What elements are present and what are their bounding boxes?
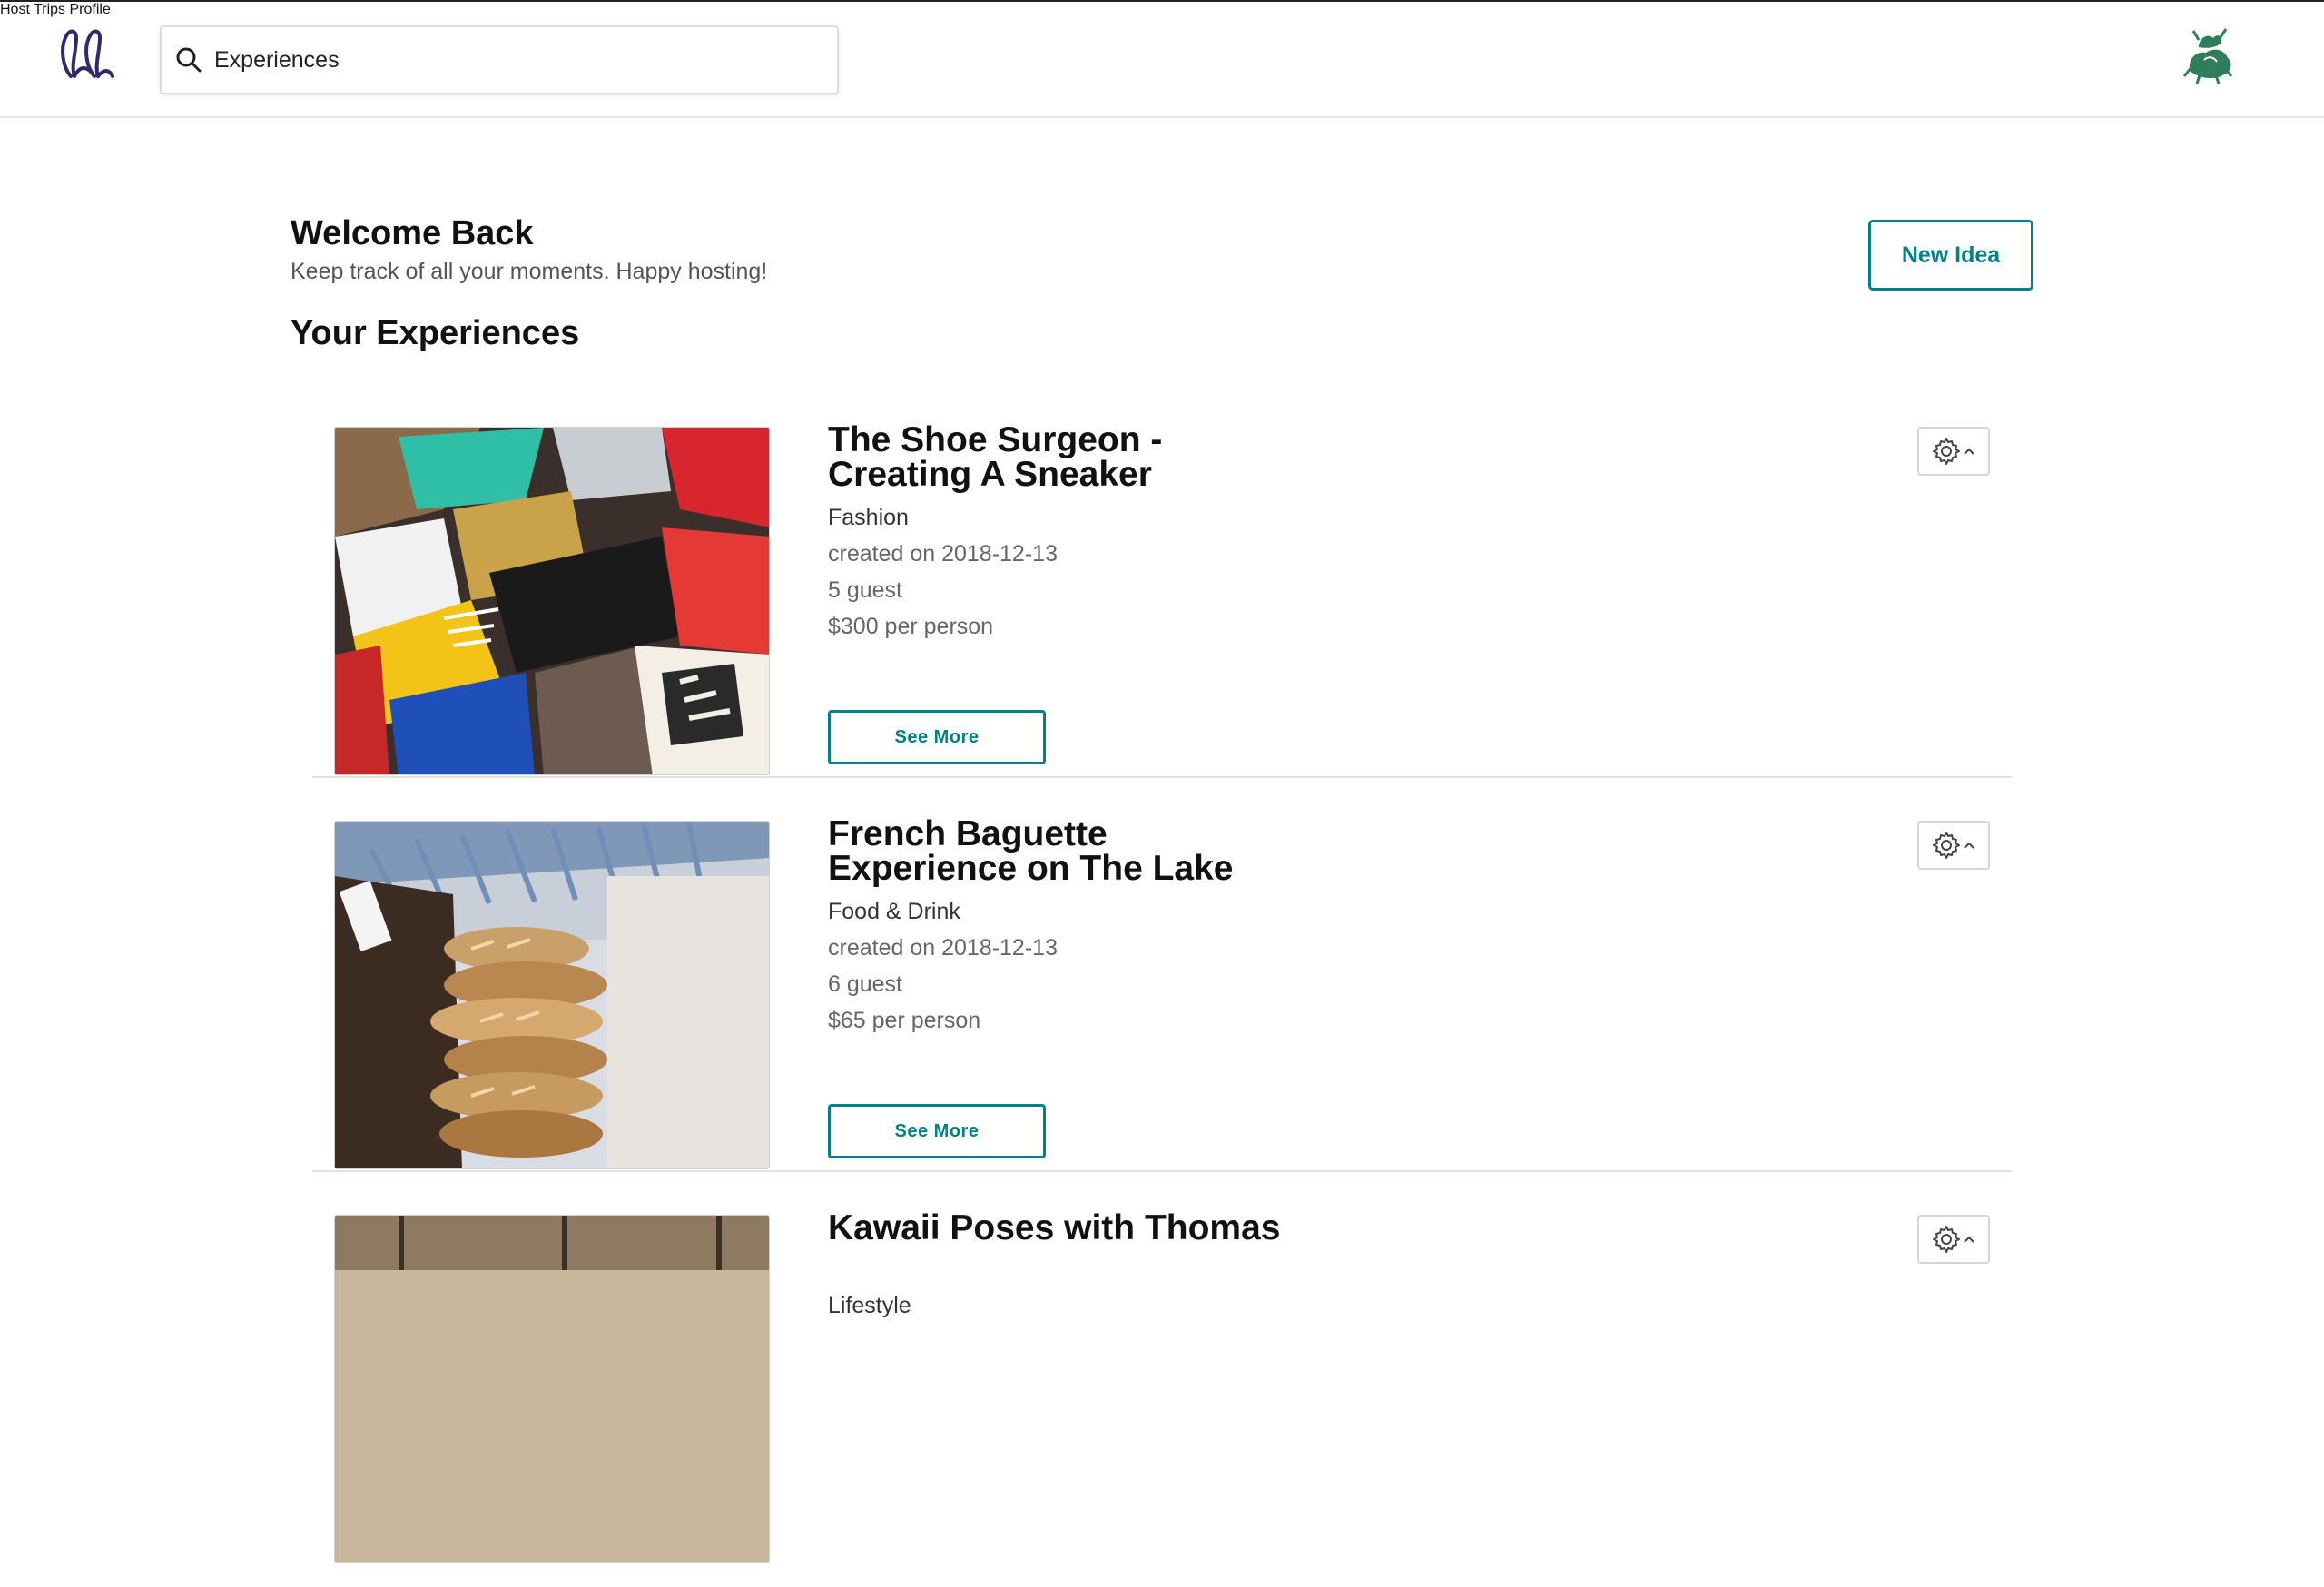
experience-guests: 5 guest (828, 577, 903, 603)
experience-category: Food & Drink (828, 899, 960, 924)
gear-icon (1933, 832, 1960, 859)
experience-card: French Baguette Experience on The Lake F… (312, 799, 2012, 1193)
chevron-up-icon (1964, 1236, 1974, 1243)
experience-category: Fashion (828, 505, 909, 530)
experience-created-date: created on 2018-12-13 (828, 541, 1058, 567)
experience-guests: 6 guest (828, 971, 903, 997)
settings-dropdown-button[interactable] (1917, 1215, 1990, 1264)
experience-image-baguettes[interactable] (334, 821, 770, 1169)
search-bar[interactable] (160, 25, 839, 94)
welcome-title: Welcome Back (290, 214, 534, 252)
see-more-button[interactable]: See More (828, 710, 1046, 764)
experience-price: $300 per person (828, 614, 994, 639)
search-icon (176, 47, 202, 73)
experience-category: Lifestyle (828, 1293, 911, 1318)
gear-icon (1933, 438, 1960, 465)
experience-title[interactable]: Kawaii Poses with Thomas (828, 1210, 1300, 1246)
chevron-up-icon (1964, 448, 1974, 455)
settings-dropdown-button[interactable] (1917, 821, 1990, 870)
welcome-subtitle: Keep track of all your moments. Happy ho… (290, 259, 768, 284)
gear-icon (1933, 1226, 1960, 1253)
experience-title[interactable]: French Baguette Experience on The Lake (828, 816, 1300, 886)
card-divider (312, 1170, 2012, 1172)
top-navigation-bar: Host Trips Profile (0, 2, 2324, 118)
logo-icon[interactable] (58, 25, 114, 84)
see-more-button[interactable]: See More (828, 1104, 1046, 1158)
nav-host-link[interactable]: Host (0, 2, 30, 17)
user-avatar[interactable] (2171, 20, 2246, 93)
search-input[interactable] (214, 33, 837, 87)
chevron-up-icon (1964, 842, 1974, 849)
experience-price: $65 per person (828, 1008, 981, 1033)
experience-title[interactable]: The Shoe Surgeon - Creating A Sneaker (828, 422, 1300, 492)
new-idea-button[interactable]: New Idea (1868, 220, 2034, 291)
nav-trips-link[interactable]: Trips (34, 2, 65, 17)
experience-image-room[interactable] (334, 1215, 770, 1563)
nav-profile-link[interactable]: Profile (69, 2, 110, 17)
experience-card: The Shoe Surgeon - Creating A Sneaker Fa… (312, 405, 2012, 799)
experience-created-date: created on 2018-12-13 (828, 935, 1058, 961)
section-title: Your Experiences (290, 314, 580, 352)
card-divider (312, 776, 2012, 778)
settings-dropdown-button[interactable] (1917, 427, 1990, 476)
experience-image-sneakers[interactable] (334, 427, 770, 775)
experience-card: Kawaii Poses with Thomas Lifestyle (312, 1193, 2012, 1587)
